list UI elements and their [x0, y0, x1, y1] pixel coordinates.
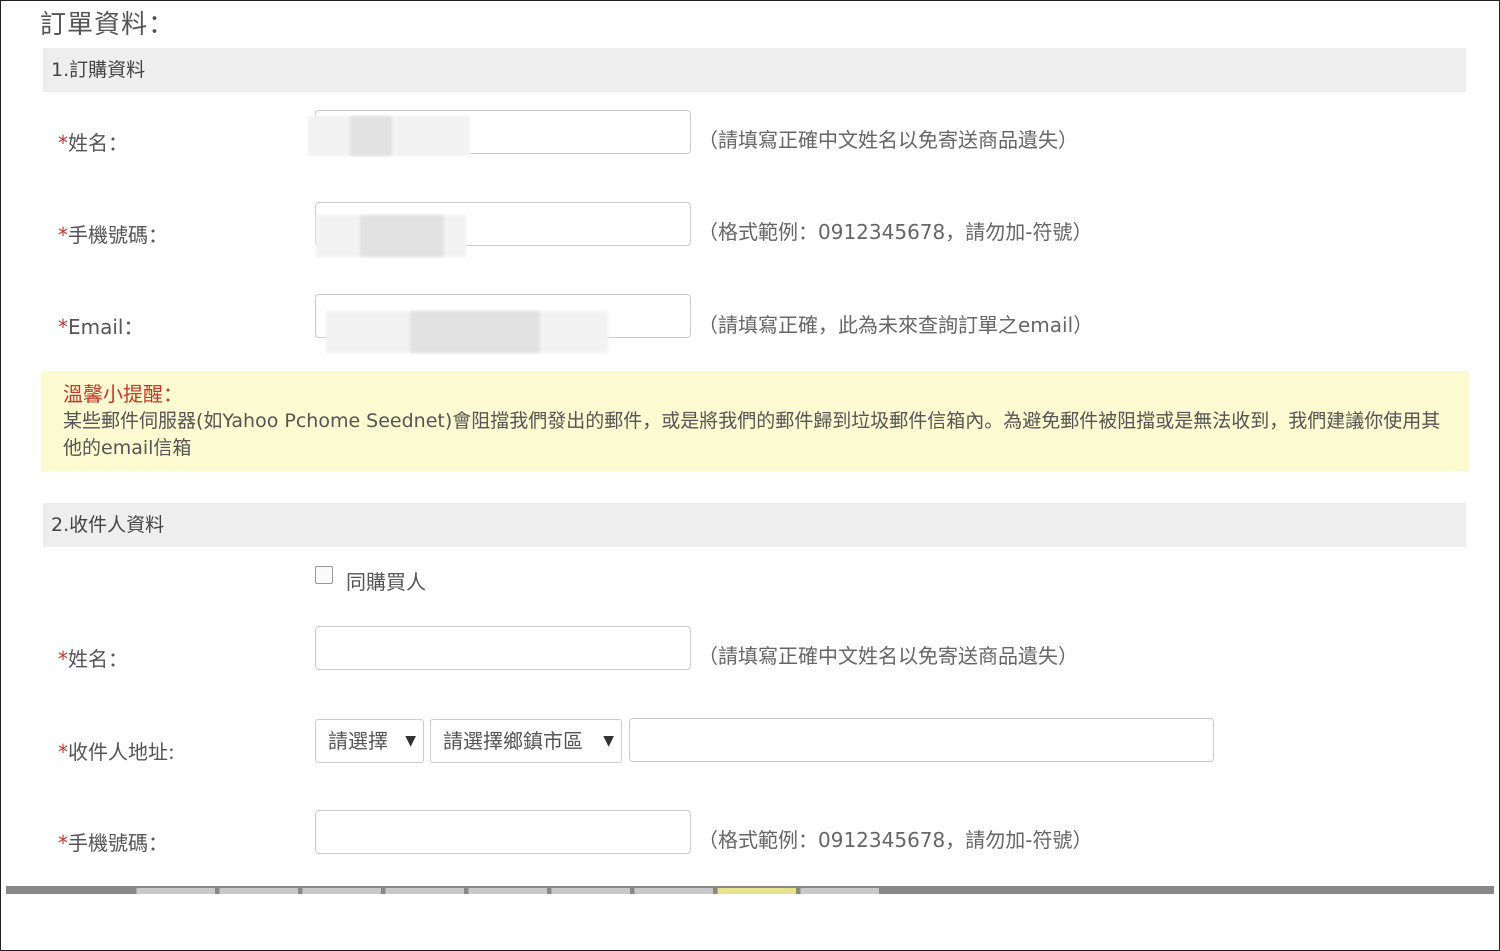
recipient-phone-label: *手機號碼：: [58, 831, 168, 855]
taskbar-button[interactable]: [468, 888, 547, 894]
recipient-name-hint: （請填寫正確中文姓名以免寄送商品遺失）: [698, 644, 1078, 668]
chevron-down-icon: ▼: [603, 733, 614, 749]
redacted-phone-dark: [360, 215, 444, 257]
notice-text: 某些郵件伺服器(如Yahoo Pchome Seednet)會阻擋我們發出的郵件…: [63, 410, 1441, 459]
chevron-down-icon: ▼: [405, 733, 416, 749]
recipient-name-input[interactable]: [315, 626, 691, 670]
redacted-email-dark: [410, 311, 540, 353]
taskbar-button[interactable]: [219, 888, 298, 894]
notice-title: 溫馨小提醒：: [63, 382, 183, 406]
taskbar-button[interactable]: [800, 888, 879, 894]
taskbar-button[interactable]: [302, 888, 381, 894]
same-as-buyer-checkbox[interactable]: [315, 566, 333, 584]
buyer-phone-label: *手機號碼：: [58, 223, 168, 247]
email-notice: 溫馨小提醒： 某些郵件伺服器(如Yahoo Pchome Seednet)會阻擋…: [41, 371, 1469, 471]
recipient-phone-input[interactable]: [315, 810, 691, 854]
taskbar-button[interactable]: [634, 888, 713, 894]
section-header-recipient: 2.收件人資料: [43, 503, 1466, 547]
page-title: 訂單資料：: [40, 10, 176, 40]
buyer-email-label: *Email：: [58, 315, 144, 339]
taskbar-button[interactable]: [385, 888, 464, 894]
taskbar-button-active[interactable]: [717, 888, 796, 894]
buyer-name-label: *姓名：: [58, 131, 128, 155]
same-as-buyer-label[interactable]: 同購買人: [346, 566, 426, 595]
recipient-phone-hint: （格式範例：0912345678，請勿加-符號）: [698, 828, 1093, 852]
district-select[interactable]: 請選擇鄉鎮市區 ▼: [430, 719, 622, 763]
buyer-phone-hint: （格式範例：0912345678，請勿加-符號）: [698, 220, 1093, 244]
taskbar-button[interactable]: [136, 888, 215, 894]
buyer-name-hint: （請填寫正確中文姓名以免寄送商品遺失）: [698, 128, 1078, 152]
taskbar-button[interactable]: [551, 888, 630, 894]
recipient-name-label: *姓名：: [58, 647, 128, 671]
redacted-name-dark: [350, 116, 392, 156]
city-select[interactable]: 請選擇 ▼: [315, 719, 424, 763]
recipient-address-label: *收件人地址:: [58, 740, 175, 764]
buyer-email-hint: （請填寫正確，此為未來查詢訂單之email）: [698, 313, 1094, 337]
street-address-input[interactable]: [629, 718, 1214, 762]
section-header-buyer: 1.訂購資料: [43, 48, 1466, 92]
